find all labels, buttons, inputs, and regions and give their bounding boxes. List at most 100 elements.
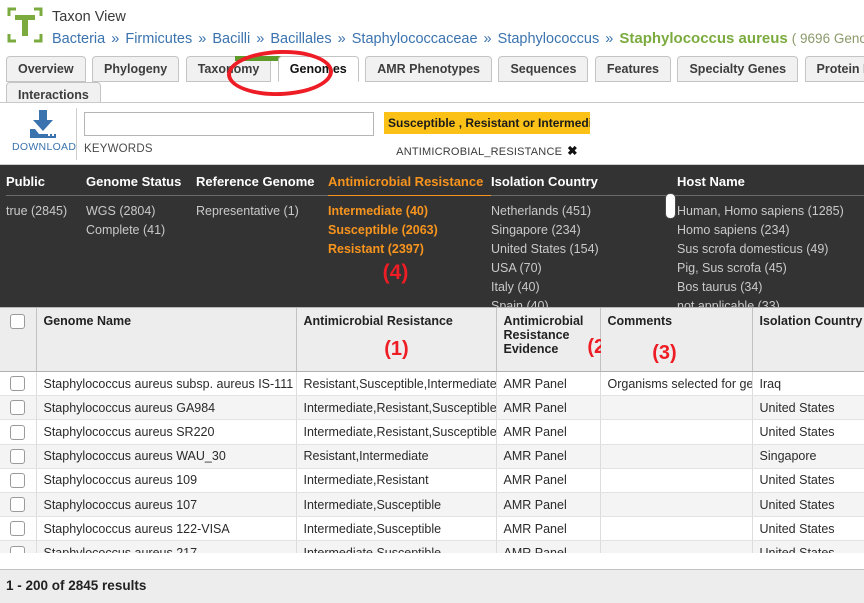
facet-item[interactable]: true (2845) [6,202,86,221]
facet-item[interactable]: Human, Homo sapiens (1285) [677,202,864,221]
tab-phylogeny[interactable]: Phylogeny [92,56,180,82]
cell-comments [600,468,753,494]
genomes-table-container: Genome Name Antimicrobial Resistance (1)… [0,307,864,553]
row-checkbox[interactable] [10,376,26,392]
column-header-comments[interactable]: Comments (3) [600,308,753,372]
download-button[interactable]: DOWNLOAD [12,109,76,153]
breadcrumb-item-firmicutes[interactable]: Firmicutes [125,31,192,47]
breadcrumb-item-bacillales[interactable]: Bacillales [270,31,331,47]
cell-isolation-country: United States [752,419,864,445]
facet-item[interactable]: Sus scrofa domesticus (49) [677,240,864,259]
row-select-cell[interactable] [0,444,37,469]
row-checkbox[interactable] [10,424,26,440]
cell-genome-name[interactable]: Staphylococcus aureus 107 [36,492,297,518]
table-row[interactable]: Staphylococcus aureus SR220 Intermediate… [0,419,864,445]
breadcrumb-item-bacteria[interactable]: Bacteria [52,31,105,47]
breadcrumb-item-staphylococcaceae[interactable]: Staphylococcaceae [352,31,478,47]
cell-genome-name[interactable]: Staphylococcus aureus 122-VISA [36,516,297,542]
search-input[interactable] [84,112,374,136]
table-row[interactable]: Staphylococcus aureus 109 Intermediate,R… [0,468,864,494]
cell-amr-evidence: AMR Panel [496,444,601,469]
facet-item[interactable]: not applicable (33) [677,297,864,307]
cell-genome-name[interactable]: Staphylococcus aureus WAU_30 [36,444,297,469]
row-select-cell[interactable] [0,540,37,553]
facet-item[interactable]: United States (154) [491,240,677,259]
row-checkbox[interactable] [10,448,26,464]
table-row[interactable]: Staphylococcus aureus 107 Intermediate,S… [0,492,864,518]
facet-item[interactable]: USA (70) [491,259,677,278]
facet-item[interactable]: Pig, Sus scrofa (45) [677,259,864,278]
cell-genome-name[interactable]: Staphylococcus aureus 217 [36,540,297,553]
cell-amr-evidence: AMR Panel [496,371,601,397]
facet-item[interactable]: Netherlands (451) [491,202,677,221]
cell-genome-name[interactable]: Staphylococcus aureus SR220 [36,419,297,445]
facet-item[interactable]: Resistant (2397) [328,240,491,259]
facet-item[interactable]: Spain (40) [491,297,677,307]
tab-overview[interactable]: Overview [6,56,86,82]
row-select-cell[interactable] [0,395,37,421]
column-header-antimicrobial-resistance[interactable]: Antimicrobial Resistance (1) [296,308,497,372]
tab-interactions[interactable]: Interactions [6,82,101,102]
column-header-amr-evidence[interactable]: Antimicrobial Resistance Evidence (2) [496,308,612,372]
row-select-cell[interactable] [0,468,37,494]
breadcrumb-separator: » [198,31,207,47]
cell-isolation-country: United States [752,395,864,421]
download-icon [12,109,74,139]
facet-item[interactable]: Singapore (234) [491,221,677,240]
facet-scrollbar-thumb[interactable] [665,193,676,219]
cell-isolation-country: United States [752,492,864,518]
column-header-label: Comments [607,314,673,328]
annotation-marker-3: (3) [652,342,677,364]
row-checkbox[interactable] [10,473,26,489]
cell-amr-evidence: AMR Panel [496,395,601,421]
results-status-bar: 1 - 200 of 2845 results [0,569,864,603]
row-checkbox[interactable] [10,545,26,553]
facet-column-host-name: Host Name Human, Homo sapiens (1285) Hom… [677,165,864,307]
table-row[interactable]: Staphylococcus aureus 217 Intermediate,S… [0,540,864,553]
taxon-view-page: Taxon View Bacteria » Firmicutes » Bacil… [0,0,864,603]
column-header-genome-name[interactable]: Genome Name [36,308,297,372]
table-row[interactable]: Staphylococcus aureus 122-VISA Intermedi… [0,516,864,542]
select-all-header[interactable] [0,308,37,372]
facet-item[interactable]: Complete (41) [86,221,196,240]
row-select-cell[interactable] [0,371,37,397]
tab-sequences[interactable]: Sequences [498,56,589,82]
tab-features[interactable]: Features [594,56,672,82]
row-checkbox[interactable] [10,521,26,537]
tab-protein-families[interactable]: Protein Families [804,56,864,82]
breadcrumb-item-bacilli[interactable]: Bacilli [212,31,250,47]
breadcrumb-item-staphylococcus[interactable]: Staphylococcus [498,31,600,47]
filter-chip-value[interactable]: Susceptible , Resistant or Intermedia [384,112,590,134]
row-checkbox[interactable] [10,400,26,416]
table-row[interactable]: Staphylococcus aureus subsp. aureus IS-1… [0,371,864,397]
facet-item[interactable]: Susceptible (2063) [328,221,491,240]
facet-item[interactable]: Intermediate (40) [328,202,491,221]
select-all-checkbox[interactable] [10,314,26,330]
row-checkbox[interactable] [10,497,26,513]
row-select-cell[interactable] [0,419,37,445]
row-select-cell[interactable] [0,516,37,542]
breadcrumb-separator: » [483,31,492,47]
facet-item[interactable]: Homo sapiens (234) [677,221,864,240]
facet-item[interactable]: Representative (1) [196,202,328,221]
cell-genome-name[interactable]: Staphylococcus aureus GA984 [36,395,297,421]
cell-amr-evidence: AMR Panel [496,419,601,445]
cell-comments [600,444,753,469]
column-header-isolation-country[interactable]: Isolation Country [752,308,864,372]
facet-column-genome-status: Genome Status WGS (2804) Complete (41) [86,165,196,307]
facet-item[interactable]: WGS (2804) [86,202,196,221]
tab-amr-phenotypes[interactable]: AMR Phenotypes [365,56,492,82]
table-row[interactable]: Staphylococcus aureus GA984 Intermediate… [0,395,864,421]
tab-genomes[interactable]: Genomes [277,56,359,82]
table-row[interactable]: Staphylococcus aureus WAU_30 Resistant,I… [0,444,864,469]
tab-row-secondary: Interactions [6,82,864,102]
row-select-cell[interactable] [0,492,37,518]
close-icon[interactable]: ✖ [567,144,578,158]
cell-genome-name[interactable]: Staphylococcus aureus 109 [36,468,297,494]
facet-item[interactable]: Italy (40) [491,278,677,297]
cell-genome-name[interactable]: Staphylococcus aureus subsp. aureus IS-1… [36,371,297,397]
facet-title: Isolation Country [491,174,677,196]
facet-item[interactable]: Bos taurus (34) [677,278,864,297]
tab-specialty-genes[interactable]: Specialty Genes [677,56,799,82]
breadcrumb: Bacteria » Firmicutes » Bacilli » Bacill… [52,27,864,50]
